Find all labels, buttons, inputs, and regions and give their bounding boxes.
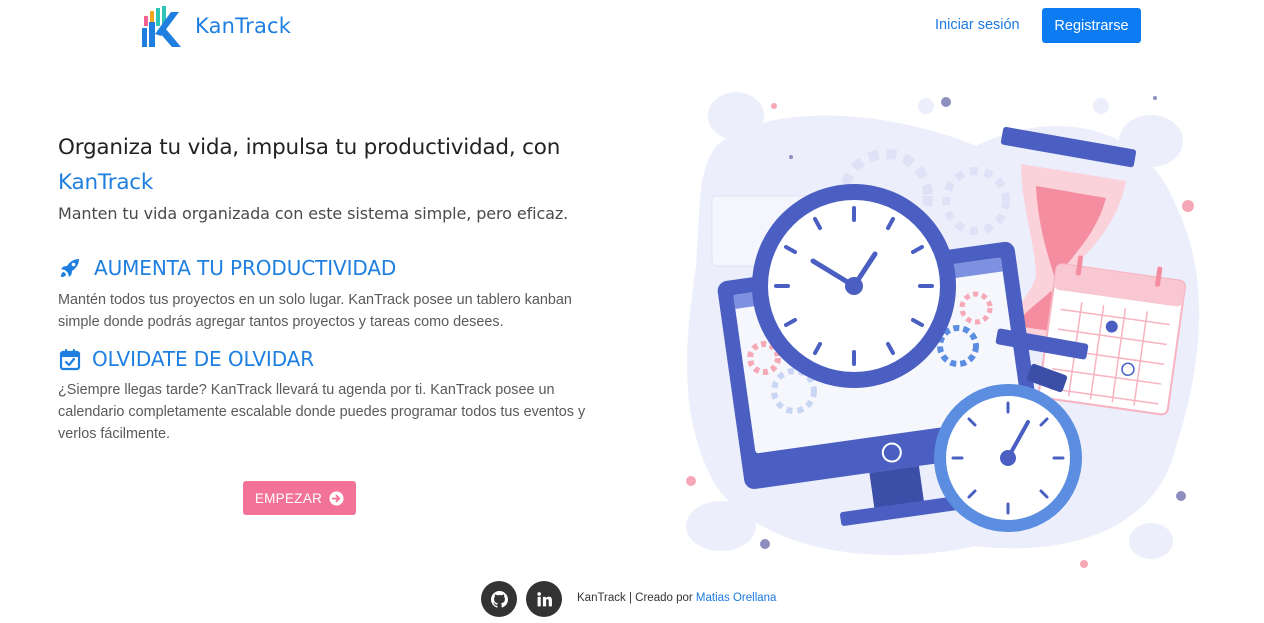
feature-text: ¿Siempre llegas tarde? KanTrack llevará …	[58, 382, 586, 442]
navbar: KanTrack Iniciar sesión Registrarse	[0, 0, 1264, 52]
hero-title-accent: KanTrack	[58, 170, 154, 195]
feature-text: Mantén todos tus proyectos en un solo lu…	[58, 292, 572, 330]
linkedin-link[interactable]	[526, 581, 562, 617]
footer-credits: KanTrack | Creado por Matias Orellana	[577, 592, 776, 604]
footer-credits-text: KanTrack | Creado por	[577, 592, 693, 604]
calendar-check-icon	[59, 349, 81, 371]
feature-title: OLVIDATE DE OLVIDAR	[92, 347, 315, 371]
footer: KanTrack | Creado por Matias Orellana	[0, 581, 1264, 617]
brand-name: KanTrack	[195, 14, 292, 38]
feature-productivity-heading: AUMENTA TU PRODUCTIVIDAD	[58, 256, 396, 280]
feature-calendar-heading: OLVIDATE DE OLVIDAR	[58, 347, 314, 371]
rocket-icon	[61, 259, 79, 277]
start-button[interactable]: EMPEZAR	[243, 481, 356, 515]
github-link[interactable]	[481, 581, 517, 617]
productivity-illustration	[686, 92, 1200, 568]
arrow-circle-right-icon	[329, 490, 344, 506]
login-link[interactable]: Iniciar sesión	[935, 17, 1020, 33]
hero-subtitle: Manten tu vida organizada con este siste…	[58, 204, 569, 223]
linkedin-icon	[536, 591, 552, 606]
feature-title: AUMENTA TU PRODUCTIVIDAD	[94, 256, 397, 280]
hero-title: Organiza tu vida, impulsa tu productivid…	[58, 130, 618, 200]
kantrack-logo-icon	[142, 6, 181, 47]
github-icon	[490, 590, 508, 608]
author-link[interactable]: Matias Orellana	[696, 592, 777, 604]
brand[interactable]: KanTrack	[141, 4, 291, 48]
hero-title-main: Organiza tu vida, impulsa tu productivid…	[58, 135, 561, 160]
register-button[interactable]: Registrarse	[1042, 8, 1141, 43]
start-button-label: EMPEZAR	[254, 490, 323, 506]
